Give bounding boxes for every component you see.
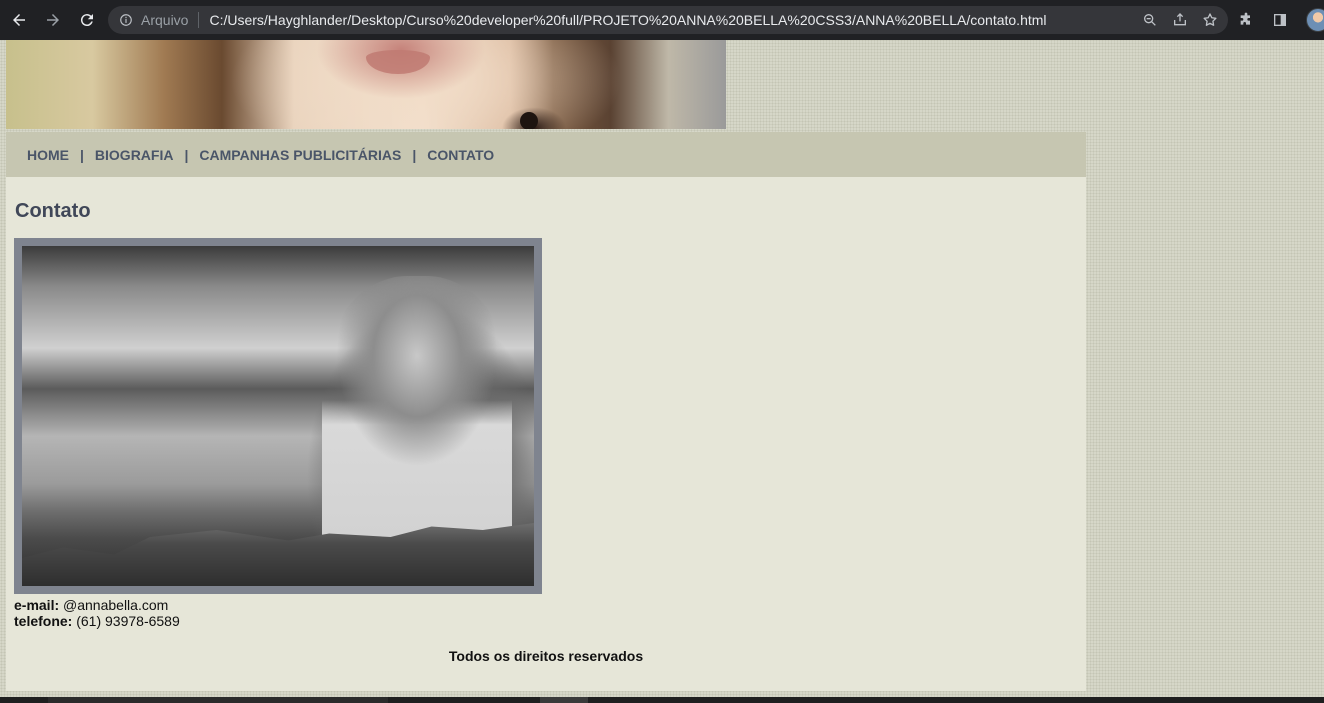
omnibox-divider (198, 12, 200, 28)
scheme-label: Arquivo (141, 12, 189, 28)
extensions-icon[interactable] (1238, 12, 1254, 28)
url-text[interactable]: C:/Users/Hayghlander/Desktop/Curso%20dev… (209, 12, 1046, 28)
page-container: HOME | BIOGRAFIA | CAMPANHAS PUBLICITÁRI… (6, 132, 1086, 691)
contact-photo (14, 238, 542, 594)
hero-earring-detail (520, 112, 538, 129)
menu-list: HOME | BIOGRAFIA | CAMPANHAS PUBLICITÁRI… (27, 147, 494, 163)
reload-icon[interactable] (72, 5, 102, 35)
menu-separator: | (412, 146, 417, 163)
menu-link-campanhas[interactable]: CAMPANHAS PUBLICITÁRIAS (199, 147, 401, 163)
star-icon[interactable] (1202, 12, 1218, 28)
page-title: Contato (15, 200, 91, 222)
share-icon[interactable] (1172, 12, 1188, 28)
menu-link-home[interactable]: HOME (27, 147, 69, 163)
email-value: @annabella.com (63, 597, 169, 613)
menu-separator: | (80, 146, 84, 163)
phone-line: telefone: (61) 93978-6589 (14, 613, 180, 629)
contact-info: e-mail: @annabella.com telefone: (61) 93… (14, 597, 180, 629)
taskbar-item[interactable] (540, 697, 588, 703)
menu-link-contato[interactable]: CONTATO (427, 147, 494, 163)
os-taskbar (0, 697, 1324, 703)
hero-lips-detail (366, 50, 430, 74)
toolbar-extensions (1238, 0, 1324, 40)
menu-separator: | (184, 146, 189, 163)
forward-icon[interactable] (38, 5, 68, 35)
hero-banner-image (6, 40, 726, 129)
zoom-icon[interactable] (1142, 12, 1158, 28)
browser-toolbar: Arquivo C:/Users/Hayghlander/Desktop/Cur… (0, 0, 1324, 40)
main-menu: HOME | BIOGRAFIA | CAMPANHAS PUBLICITÁRI… (6, 132, 1086, 177)
side-panel-icon[interactable] (1272, 12, 1288, 28)
phone-value: (61) 93978-6589 (76, 613, 180, 629)
phone-label: telefone: (14, 613, 73, 629)
profile-avatar[interactable] (1306, 8, 1324, 32)
taskbar-item[interactable] (48, 697, 388, 703)
email-label: e-mail: (14, 597, 60, 613)
omnibox-actions (1142, 6, 1218, 34)
info-icon[interactable] (119, 13, 133, 27)
back-icon[interactable] (4, 5, 34, 35)
menu-link-biografia[interactable]: BIOGRAFIA (95, 147, 174, 163)
address-bar[interactable]: Arquivo C:/Users/Hayghlander/Desktop/Cur… (108, 6, 1228, 34)
email-line: e-mail: @annabella.com (14, 597, 180, 613)
footer-copyright: Todos os direitos reservados (448, 648, 644, 664)
